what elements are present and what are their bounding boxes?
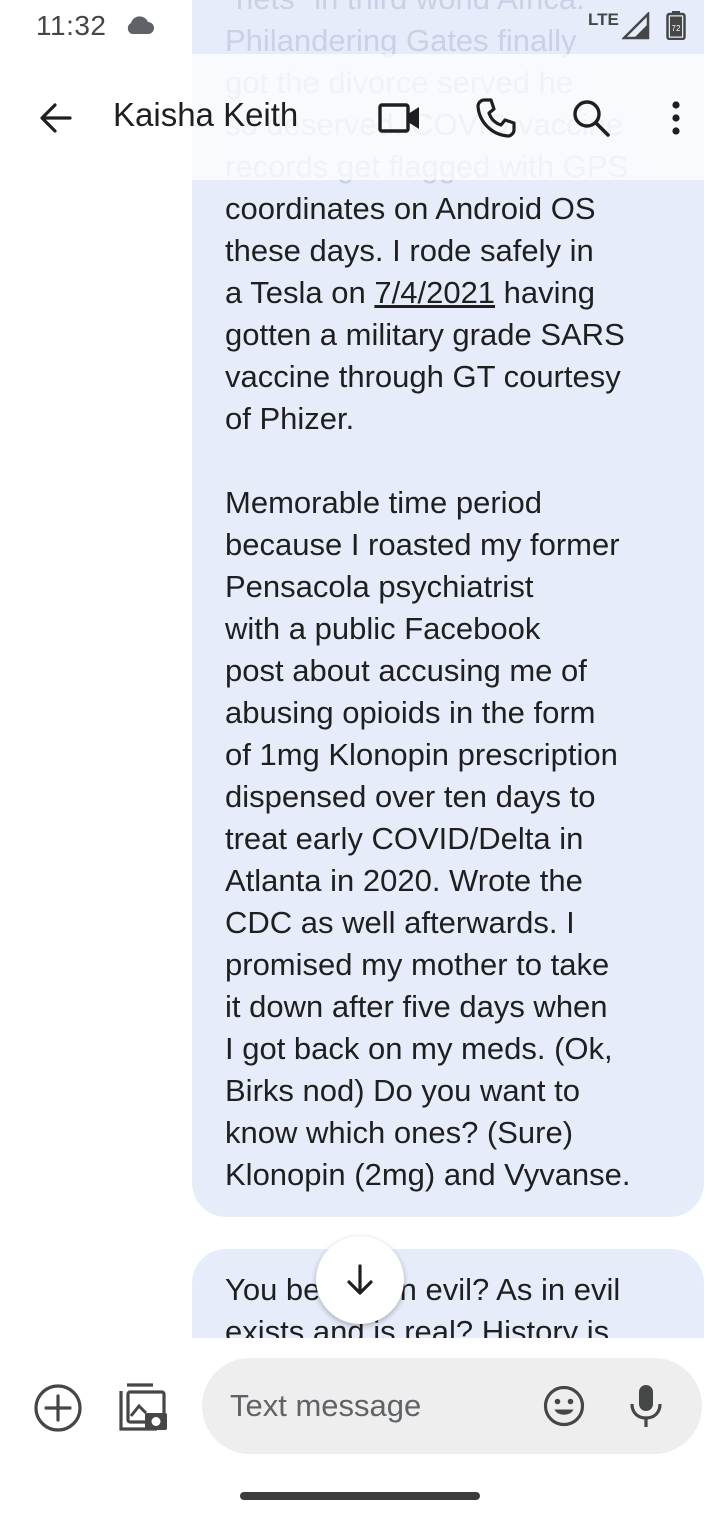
contact-name[interactable]: Kaisha Keith (113, 96, 298, 134)
back-button[interactable] (30, 92, 82, 144)
video-call-button[interactable] (374, 92, 426, 144)
status-bar: 11:32 LTE 72 (0, 0, 720, 54)
conversation-list[interactable]: "nets" in third world Africa. Philanderi… (0, 0, 720, 1338)
compose-bar (0, 1338, 720, 1478)
status-time: 11:32 (36, 10, 107, 41)
phone-icon (476, 98, 516, 138)
gallery-button[interactable] (116, 1382, 170, 1434)
add-attachment-button[interactable] (32, 1382, 84, 1434)
battery-icon: 72 (666, 10, 686, 45)
app-bar: Kaisha Keith (0, 54, 720, 180)
call-button[interactable] (470, 92, 522, 144)
message-text: You believe in evil? As in evil exists a… (225, 1272, 621, 1338)
message-text: having gotten a military grade SARS vacc… (225, 275, 631, 1192)
message-bubble[interactable]: You believe in evil? As in evil exists a… (192, 1249, 704, 1338)
signal-icon (620, 10, 650, 45)
gesture-nav-handle[interactable] (240, 1492, 480, 1500)
microphone-button[interactable] (620, 1380, 672, 1432)
back-arrow-icon (40, 103, 72, 133)
emoji-button[interactable] (538, 1380, 590, 1432)
message-input-field[interactable] (202, 1358, 702, 1454)
search-icon (573, 100, 610, 137)
more-vert-icon (672, 101, 680, 135)
video-call-icon (378, 103, 419, 133)
message-bubble[interactable]: "nets" in third world Africa. Philanderi… (192, 0, 704, 1217)
message-input[interactable] (230, 1378, 530, 1434)
microphone-icon (630, 1385, 662, 1427)
add-circle-icon (34, 1384, 82, 1432)
search-button[interactable] (565, 92, 617, 144)
emoji-icon (543, 1385, 585, 1427)
arrow-down-icon (347, 1264, 373, 1295)
scroll-to-bottom-button[interactable] (316, 1236, 404, 1324)
more-options-button[interactable] (650, 92, 702, 144)
network-type: LTE (588, 10, 619, 29)
date-link[interactable]: 7/4/2021 (374, 275, 495, 310)
gallery-camera-icon (119, 1383, 167, 1431)
battery-level: 72 (672, 24, 681, 33)
cloud-icon (124, 14, 154, 41)
